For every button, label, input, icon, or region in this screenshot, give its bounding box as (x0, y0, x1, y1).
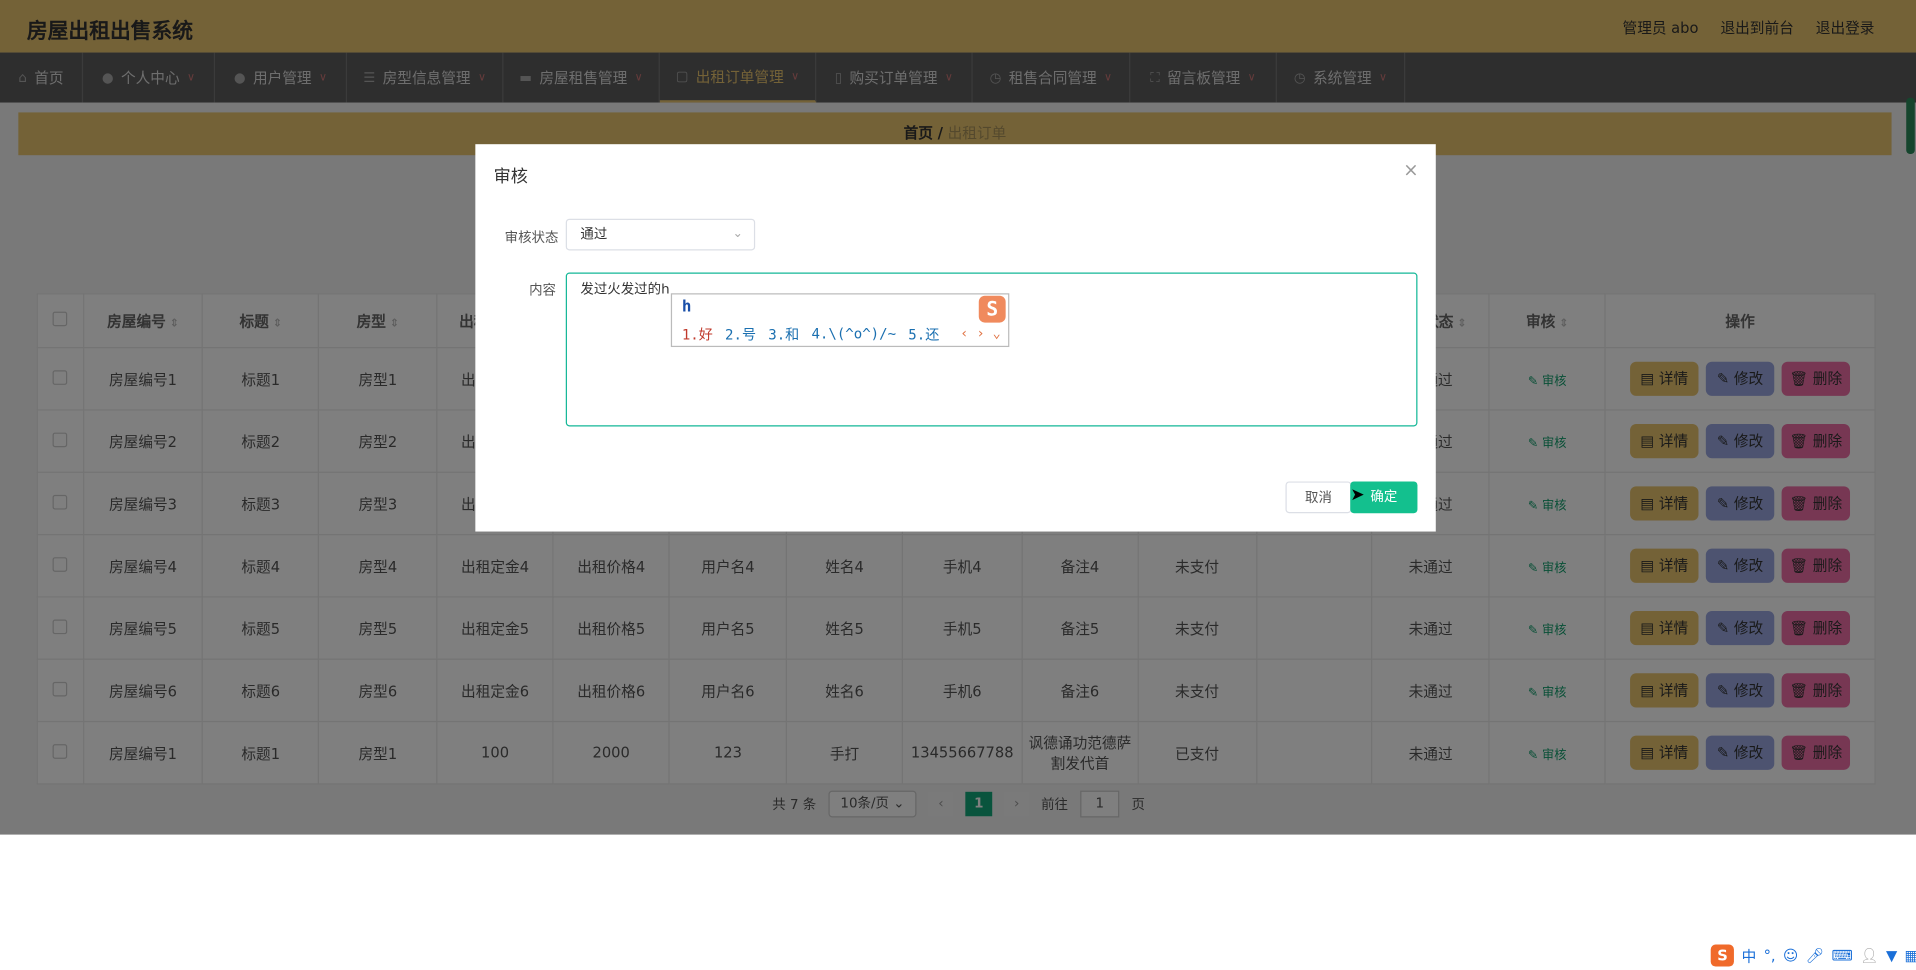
sogou-logo-icon: S (978, 295, 1006, 323)
ime-candidate[interactable]: 3.和 (768, 325, 799, 345)
chevron-down-icon: ⌄ (732, 227, 743, 241)
ime-lang-toggle[interactable]: 中 (1742, 945, 1757, 966)
cancel-button[interactable]: 取消 (1285, 481, 1352, 514)
microphone-icon[interactable]: 🎤︎ (1806, 947, 1825, 964)
keyboard-icon[interactable]: ⌨ (1832, 947, 1853, 964)
ime-candidate[interactable]: 5.还 (908, 325, 939, 345)
emoji-icon[interactable]: ☺ (1783, 947, 1798, 964)
ime-page-arrows-icon[interactable]: ‹ › ⌄ (960, 325, 1000, 341)
ime-punct-toggle[interactable]: °, (1764, 947, 1776, 964)
status-select[interactable]: 通过 ⌄ (565, 218, 756, 251)
ime-candidate[interactable]: 1.好 (682, 325, 713, 345)
content-label: 内容 (529, 282, 556, 299)
ime-toolbar: S 中 °, ☺ 🎤︎ ⌨ 👤︎ ▼ ▦ (1708, 943, 1916, 968)
ime-composition: h (681, 298, 692, 317)
skin-icon[interactable]: ▼ (1886, 947, 1897, 964)
ime-candidate[interactable]: 4.\(^o^)/~ (811, 325, 896, 345)
toolbox-icon[interactable]: ▦ (1905, 947, 1916, 964)
mouse-cursor-icon: ➤ (1350, 485, 1365, 505)
user-icon[interactable]: 👤︎ (1860, 947, 1879, 964)
ime-candidate[interactable]: 2.号 (725, 325, 756, 345)
dialog-title: 审核 (493, 167, 528, 187)
close-icon[interactable]: × (1403, 159, 1418, 181)
status-label: 审核状态 (504, 229, 559, 246)
ime-candidate-popup: h S 1.好 2.号 3.和 4.\(^o^)/~ 5.还 ‹ › ⌄ (670, 293, 1010, 348)
audit-dialog: 审核 × 审核状态 通过 ⌄ 内容 发过火发过的h h S 1.好 2.号 3.和 4.… (475, 144, 1436, 532)
sogou-logo-icon[interactable]: S (1710, 944, 1735, 967)
